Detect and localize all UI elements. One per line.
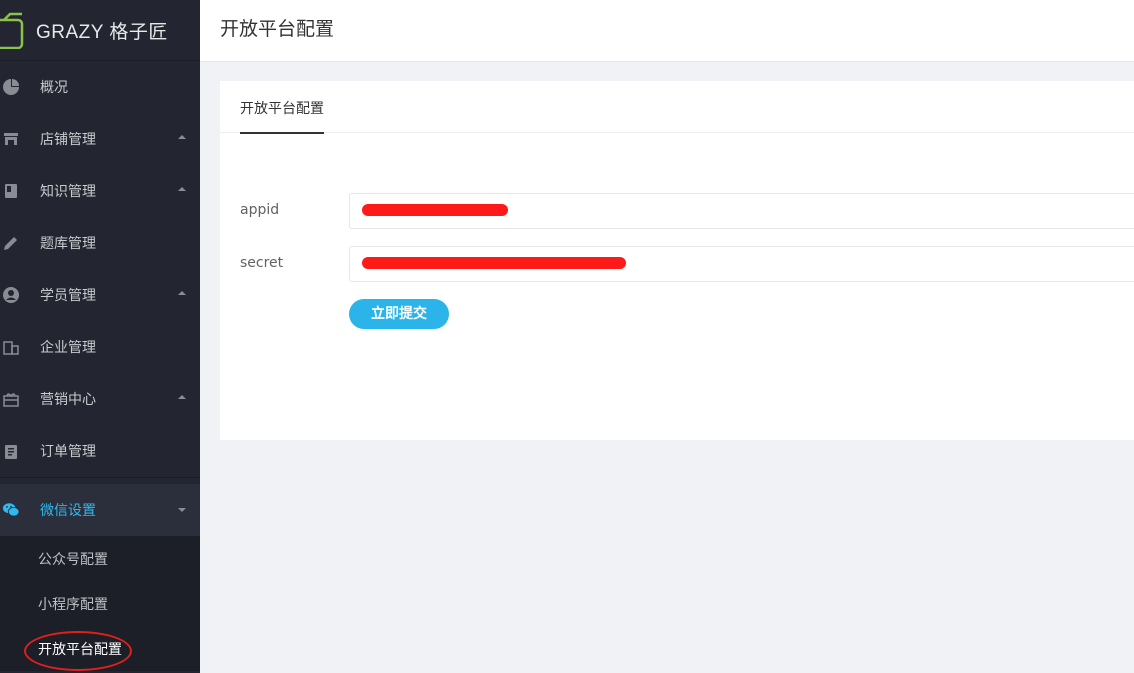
sidebar-item-label: 题库管理: [40, 236, 96, 252]
chevron-down-icon: [178, 508, 186, 512]
user-circle-icon: [2, 286, 20, 304]
sidebar-item-label: 营销中心: [40, 392, 96, 408]
sidebar: GRAZY 格子匠 概况 店铺管理 知识管理 题库管理 学员管理 企业管理 营销…: [0, 0, 200, 673]
secret-label: secret: [240, 255, 284, 271]
logo[interactable]: GRAZY 格子匠: [0, 0, 200, 61]
sidebar-item-knowledge[interactable]: 知识管理: [0, 165, 200, 217]
pie-chart-icon: [2, 78, 20, 96]
sidebar-item-question-bank[interactable]: 题库管理: [0, 217, 200, 269]
sidebar-item-store[interactable]: 店铺管理: [0, 113, 200, 165]
sidebar-item-wechat-settings[interactable]: 微信设置: [0, 484, 200, 536]
sidebar-item-overview[interactable]: 概况: [0, 61, 200, 113]
store-icon: [2, 130, 20, 148]
appid-field[interactable]: [349, 193, 1134, 229]
redaction-mark: [362, 204, 508, 216]
page-header: 开放平台配置: [200, 0, 1134, 62]
brand-name: GRAZY 格子匠: [36, 21, 168, 43]
gift-icon: [2, 390, 20, 408]
sidebar-item-label: 概况: [40, 80, 68, 96]
chevron-up-icon: [178, 187, 186, 191]
submenu-item-open-platform[interactable]: 开放平台配置: [0, 626, 200, 671]
chevron-up-icon: [178, 395, 186, 399]
wechat-icon: [2, 501, 20, 519]
submenu-item-official-account[interactable]: 公众号配置: [0, 536, 200, 581]
chevron-up-icon: [178, 135, 186, 139]
clipboard-icon: [2, 442, 20, 460]
building-icon: [2, 338, 20, 356]
wechat-submenu: 公众号配置 小程序配置 开放平台配置: [0, 536, 200, 671]
sidebar-item-enterprise[interactable]: 企业管理: [0, 321, 200, 373]
sidebar-item-label: 订单管理: [40, 444, 96, 460]
sidebar-divider: [0, 477, 200, 478]
sidebar-item-students[interactable]: 学员管理: [0, 269, 200, 321]
submit-button[interactable]: 立即提交: [349, 299, 449, 329]
sidebar-item-label: 微信设置: [40, 503, 96, 519]
appid-label: appid: [240, 202, 280, 218]
sidebar-item-label: 企业管理: [40, 340, 96, 356]
redaction-mark: [362, 257, 626, 269]
sidebar-item-orders[interactable]: 订单管理: [0, 425, 200, 477]
sidebar-item-label: 店铺管理: [40, 132, 96, 148]
chevron-up-icon: [178, 291, 186, 295]
brand-logo-icon: [0, 12, 24, 49]
pencil-icon: [2, 234, 20, 252]
config-card: 开放平台配置 appid secret 立即提交: [220, 81, 1134, 440]
secret-field[interactable]: [349, 246, 1134, 282]
sidebar-item-label: 学员管理: [40, 288, 96, 304]
sidebar-menu: 概况 店铺管理 知识管理 题库管理 学员管理 企业管理 营销中心 订单管理 微信…: [0, 61, 200, 671]
page-title: 开放平台配置: [220, 18, 335, 40]
book-icon: [2, 182, 20, 200]
tab-open-platform[interactable]: 开放平台配置: [240, 98, 324, 134]
submenu-item-mini-program[interactable]: 小程序配置: [0, 581, 200, 626]
tab-bar: 开放平台配置: [220, 81, 1134, 134]
sidebar-item-marketing[interactable]: 营销中心: [0, 373, 200, 425]
sidebar-item-label: 知识管理: [40, 184, 96, 200]
